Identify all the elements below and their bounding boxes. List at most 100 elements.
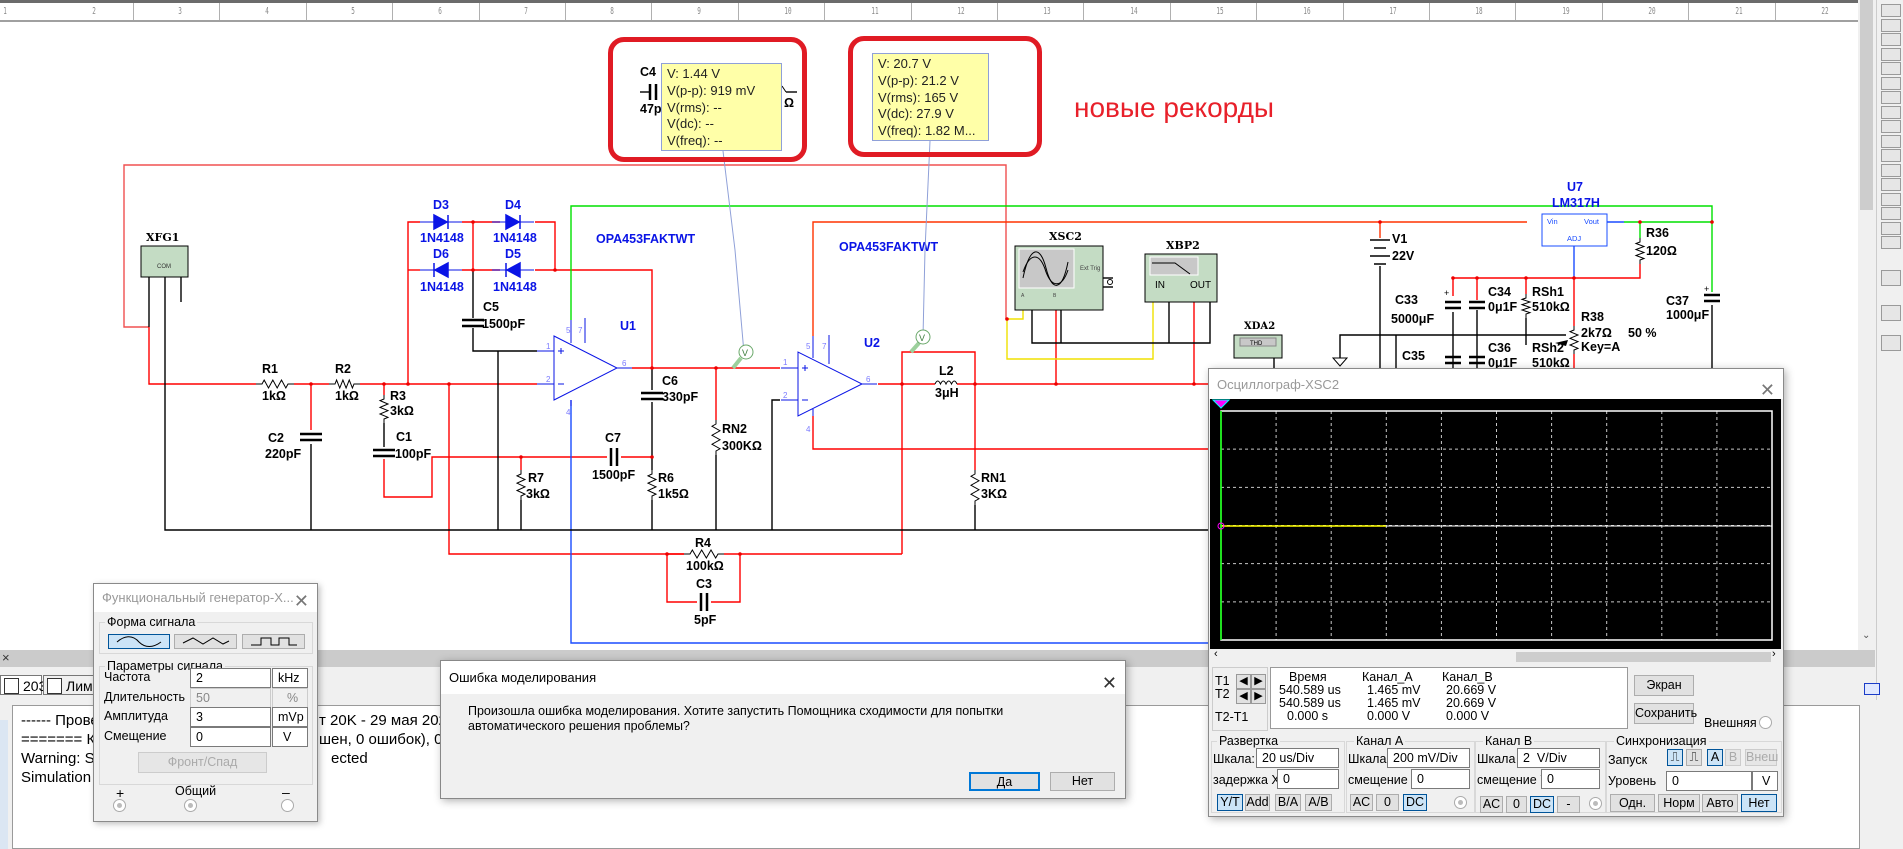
mode-ab-button[interactable]: A/B	[1305, 794, 1332, 811]
resistor-symbol[interactable]	[1634, 238, 1646, 264]
minus-terminal[interactable]	[281, 799, 294, 812]
t2-right-arrow-icon[interactable]: ▶	[1251, 689, 1266, 704]
close-panel-icon[interactable]: ×	[2, 650, 10, 665]
channel-a-color-radio[interactable]	[1454, 796, 1467, 809]
mode-add-button[interactable]: Add	[1245, 794, 1270, 811]
resistor-symbol[interactable]	[256, 378, 294, 390]
instrument-icon[interactable]	[1881, 192, 1901, 206]
t2-left-arrow-icon[interactable]: ◀	[1236, 689, 1251, 704]
diode-symbol[interactable]	[433, 261, 449, 279]
screen-button[interactable]: Экран	[1634, 675, 1694, 696]
instrument-icon[interactable]	[1881, 18, 1901, 32]
channel-b-zero-button[interactable]: 0	[1506, 796, 1527, 813]
falling-edge-icon[interactable]: ⎍	[1686, 749, 1702, 766]
close-icon[interactable]: ✕	[1102, 666, 1117, 700]
oscilloscope-screen[interactable]	[1210, 399, 1781, 649]
timebase-scale-input[interactable]: 20 us/Div	[1256, 748, 1339, 768]
capacitor-symbol[interactable]	[1704, 293, 1720, 303]
side-tab-strip[interactable]	[0, 720, 8, 849]
instrument-icon[interactable]	[1881, 33, 1901, 46]
plus-terminal[interactable]	[113, 799, 126, 812]
instrument-icon[interactable]	[1881, 236, 1901, 249]
resistor-symbol[interactable]	[969, 470, 981, 505]
resistor-symbol[interactable]	[515, 470, 527, 500]
trigger-source-a-button[interactable]: A	[1707, 749, 1723, 766]
function-generator-window[interactable]: Функциональный генератор-X... ✕ Форма си…	[93, 583, 318, 822]
instrument-icon[interactable]	[1881, 105, 1901, 119]
offset-unit[interactable]: V	[272, 727, 308, 747]
instrument-icon[interactable]	[1881, 178, 1901, 191]
channel-b-ypos-input[interactable]: 0	[1541, 769, 1600, 789]
instrument-icon[interactable]	[1881, 91, 1901, 104]
mode-ba-button[interactable]: B/A	[1275, 794, 1301, 811]
measurement-probe-icon[interactable]	[1881, 335, 1901, 351]
trigger-source-b-button[interactable]: B	[1725, 749, 1741, 766]
capacitor-symbol[interactable]	[373, 448, 395, 458]
trigger-single-button[interactable]: Одн.	[1610, 794, 1655, 812]
oscilloscope-window[interactable]: Осциллограф-XSC2 ✕ ‹ › T1 T2 T2-T1 ◀ ▶ ◀…	[1208, 368, 1784, 817]
sine-wave-button[interactable]	[108, 634, 170, 649]
resistor-symbol[interactable]	[1568, 326, 1580, 354]
instrument-icon[interactable]	[1881, 120, 1901, 133]
trigger-auto-button[interactable]: Авто	[1702, 794, 1738, 812]
trigger-normal-button[interactable]: Норм	[1658, 794, 1700, 812]
trigger-level-input[interactable]: 0	[1666, 771, 1752, 791]
square-wave-button[interactable]	[242, 634, 305, 649]
simulation-error-dialog[interactable]: Ошибка моделирования ✕ Произошла ошибка …	[440, 660, 1126, 799]
channel-a-ac-button[interactable]: AC	[1350, 794, 1373, 811]
voltage-probe-icon[interactable]: V	[731, 344, 754, 370]
chip-icon[interactable]	[1881, 270, 1901, 286]
resistor-symbol[interactable]	[378, 395, 390, 423]
instrument-icon[interactable]	[1881, 163, 1901, 177]
tab-2030[interactable]: 2030	[0, 675, 54, 695]
trigger-none-button[interactable]: Нет	[1741, 794, 1777, 812]
opamp-symbol[interactable]	[553, 335, 619, 401]
capacitor-symbol[interactable]	[300, 432, 322, 442]
scrollbar-thumb[interactable]	[1516, 652, 1771, 662]
channel-b-color-radio[interactable]	[1589, 797, 1602, 810]
diode-symbol[interactable]	[433, 213, 449, 231]
rise-fall-button[interactable]: Фронт/Спад	[138, 752, 267, 773]
channel-a-dc-button[interactable]: DC	[1403, 794, 1427, 811]
t1-left-arrow-icon[interactable]: ◀	[1236, 674, 1251, 689]
trigger-level-unit[interactable]: V	[1752, 771, 1778, 791]
terminal-pin[interactable]	[1107, 279, 1113, 285]
close-icon[interactable]: ✕	[294, 587, 309, 615]
amplitude-unit[interactable]: mVp	[272, 707, 308, 727]
channel-b-ac-button[interactable]: AC	[1480, 796, 1503, 813]
instrument-icon[interactable]	[1881, 4, 1901, 17]
resistor-symbol[interactable]	[710, 420, 722, 455]
yes-button[interactable]: Да	[969, 772, 1040, 791]
trigger-source-ext-button[interactable]: Внеш	[1745, 749, 1778, 766]
resistor-symbol[interactable]	[684, 549, 724, 559]
x-position-input[interactable]: 0	[1277, 769, 1339, 789]
resistor-symbol[interactable]	[329, 378, 360, 390]
dialog-title-bar[interactable]: Ошибка моделирования ✕	[441, 661, 1125, 694]
scroll-right-icon[interactable]: ›	[1772, 648, 1776, 660]
rising-edge-icon[interactable]: ⎍	[1667, 749, 1683, 766]
amplitude-input[interactable]: 3	[190, 707, 271, 727]
t1-right-arrow-icon[interactable]: ▶	[1251, 674, 1266, 689]
duty-cycle-input[interactable]: 50	[190, 688, 271, 708]
window-title-bar[interactable]: Осциллограф-XSC2 ✕	[1209, 369, 1783, 400]
diode-symbol[interactable]	[505, 261, 521, 279]
resistor-symbol[interactable]	[1520, 294, 1532, 318]
instrument-icon[interactable]	[1881, 134, 1901, 148]
function-generator-symbol[interactable]	[140, 245, 189, 278]
capacitor-symbol[interactable]	[1469, 300, 1485, 310]
capacitor-symbol[interactable]	[641, 391, 663, 401]
horizontal-scrollbar[interactable]: ‹ ›	[1210, 648, 1781, 663]
instrument-icon[interactable]	[1881, 47, 1901, 61]
save-button[interactable]: Сохранить	[1634, 703, 1697, 724]
scrollbar-thumb[interactable]	[1860, 0, 1873, 210]
channel-b-scale-input[interactable]: 2 V/Div	[1517, 748, 1600, 768]
channel-b-minus-button[interactable]: -	[1557, 796, 1580, 813]
opamp-symbol[interactable]	[797, 351, 864, 417]
capacitor-symbol[interactable]	[609, 448, 619, 466]
common-terminal[interactable]	[184, 799, 197, 812]
frequency-input[interactable]: 2	[190, 668, 271, 688]
no-button[interactable]: Нет	[1050, 772, 1115, 791]
channel-a-ypos-input[interactable]: 0	[1411, 769, 1470, 789]
capacitor-symbol[interactable]	[1445, 300, 1461, 310]
window-title-bar[interactable]: Функциональный генератор-X... ✕	[94, 584, 317, 612]
